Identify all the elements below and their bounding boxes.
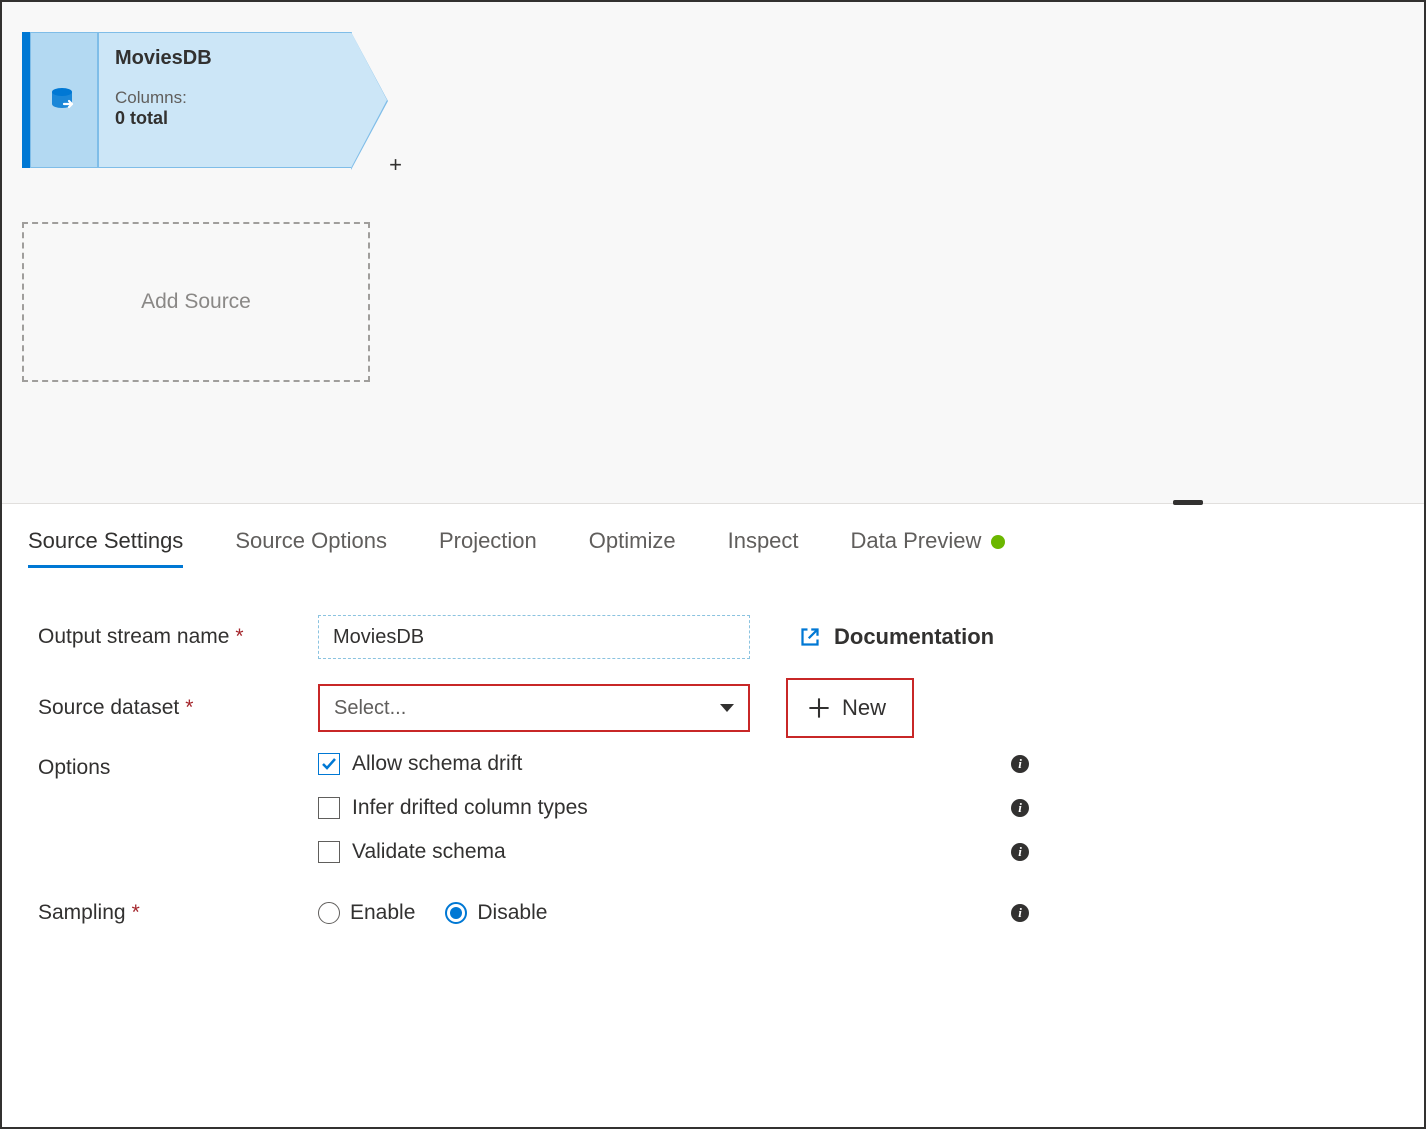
row-source-dataset: Source dataset* Select... New bbox=[28, 678, 1398, 738]
panel-resize-handle[interactable] bbox=[1173, 500, 1203, 505]
checkbox-validate-schema[interactable] bbox=[318, 841, 340, 863]
required-marker: * bbox=[185, 696, 193, 719]
tab-source-settings[interactable]: Source Settings bbox=[28, 514, 183, 568]
sampling-radio-group: Enable Disable i bbox=[318, 901, 547, 925]
output-stream-name-input[interactable] bbox=[318, 615, 750, 659]
add-source-button[interactable]: Add Source bbox=[22, 222, 370, 382]
row-output-stream: Output stream name* Documentation bbox=[28, 610, 1398, 664]
info-icon[interactable]: i bbox=[1011, 799, 1029, 817]
node-content: MoviesDB Columns: 0 total bbox=[98, 32, 352, 168]
documentation-label: Documentation bbox=[834, 624, 994, 650]
source-node-moviesdb[interactable]: MoviesDB Columns: 0 total + bbox=[22, 32, 352, 168]
node-accent-bar bbox=[22, 32, 30, 168]
label-sampling: Sampling* bbox=[28, 901, 318, 925]
form-area: Output stream name* Documentation Source… bbox=[28, 582, 1398, 940]
status-indicator-icon bbox=[991, 535, 1005, 549]
row-sampling: Sampling* Enable Disable i bbox=[28, 886, 1398, 940]
row-options: Options Allow schema drift i Infer drift… bbox=[28, 752, 1398, 864]
label-output-stream: Output stream name* bbox=[28, 625, 318, 649]
option-infer-drifted: Infer drifted column types i bbox=[318, 796, 588, 820]
info-icon[interactable]: i bbox=[1011, 843, 1029, 861]
node-title: MoviesDB bbox=[115, 47, 335, 70]
node-columns-label: Columns: bbox=[115, 88, 335, 108]
plus-icon bbox=[808, 697, 830, 719]
new-button-label: New bbox=[842, 695, 886, 721]
tab-inspect[interactable]: Inspect bbox=[728, 514, 799, 568]
source-dataset-select[interactable]: Select... bbox=[318, 684, 750, 732]
sampling-enable-option[interactable]: Enable bbox=[318, 901, 415, 925]
option-validate-schema: Validate schema i bbox=[318, 840, 588, 864]
tab-source-options[interactable]: Source Options bbox=[235, 514, 387, 568]
tab-projection[interactable]: Projection bbox=[439, 514, 537, 568]
options-column: Allow schema drift i Infer drifted colum… bbox=[318, 752, 588, 864]
chevron-down-icon bbox=[720, 704, 734, 712]
radio-disable[interactable] bbox=[445, 902, 467, 924]
check-icon bbox=[321, 756, 337, 772]
option-allow-schema-drift: Allow schema drift i bbox=[318, 752, 588, 776]
window-frame: MoviesDB Columns: 0 total + Add Source S… bbox=[0, 0, 1426, 1129]
database-arrow-icon bbox=[48, 84, 80, 116]
tab-bar: Source Settings Source Options Projectio… bbox=[28, 504, 1398, 572]
node-columns-value: 0 total bbox=[115, 108, 335, 129]
label-options: Options bbox=[28, 752, 318, 780]
info-icon[interactable]: i bbox=[1011, 904, 1029, 922]
radio-enable[interactable] bbox=[318, 902, 340, 924]
info-icon[interactable]: i bbox=[1011, 755, 1029, 773]
tab-data-preview[interactable]: Data Preview bbox=[851, 514, 1006, 568]
settings-panel: Source Settings Source Options Projectio… bbox=[2, 504, 1424, 940]
new-dataset-button[interactable]: New bbox=[786, 678, 914, 738]
external-link-icon bbox=[800, 627, 820, 647]
select-placeholder: Select... bbox=[334, 697, 406, 720]
label-source-dataset: Source dataset* bbox=[28, 696, 318, 720]
documentation-link[interactable]: Documentation bbox=[800, 624, 994, 650]
checkbox-allow-schema-drift[interactable] bbox=[318, 753, 340, 775]
required-marker: * bbox=[235, 625, 243, 648]
node-icon-box bbox=[30, 32, 98, 168]
required-marker: * bbox=[132, 901, 140, 924]
add-source-label: Add Source bbox=[141, 290, 251, 314]
tab-optimize[interactable]: Optimize bbox=[589, 514, 676, 568]
sampling-disable-option[interactable]: Disable bbox=[445, 901, 547, 925]
checkbox-infer-drifted[interactable] bbox=[318, 797, 340, 819]
dataflow-canvas[interactable]: MoviesDB Columns: 0 total + Add Source bbox=[2, 2, 1424, 504]
add-transformation-icon[interactable]: + bbox=[389, 152, 402, 178]
